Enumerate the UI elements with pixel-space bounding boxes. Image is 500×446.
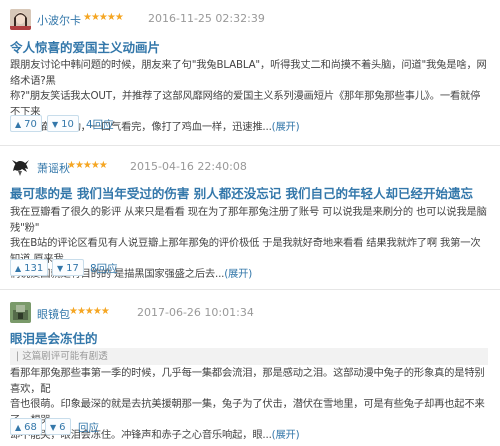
body-line: 称?"朋友笑话我太OUT，并推荐了这部风靡网络的爱国主义系列漫画短片《那年那兔那…: [10, 90, 481, 118]
spoiler-notice: | 这篇剧评可能有剧透: [10, 348, 488, 365]
thumb-down-icon: ▼: [57, 264, 64, 273]
useless-button[interactable]: ▼ 6: [45, 418, 71, 435]
expand-link[interactable]: (展开): [224, 268, 252, 280]
username[interactable]: 眼镜包: [37, 306, 70, 322]
spoiler-notice-text: 这篇剧评可能有剧透: [22, 351, 108, 362]
useless-button[interactable]: ▼ 10: [47, 115, 79, 132]
body-line: 看那年那兔那些事第一季的时候，几乎每一集都会流泪，那是感动之泪。这部动漫中兔子的…: [10, 367, 485, 395]
expand-link[interactable]: (展开): [272, 429, 300, 441]
username[interactable]: 萧谣秋: [37, 160, 70, 176]
review-title[interactable]: 最可悲的是 我们当年受过的伤害 别人都还没忘记 我们自己的年轻人却已经开始遗忘: [10, 183, 473, 202]
thumb-up-icon: ▲: [15, 423, 22, 432]
useless-count: 10: [61, 119, 74, 130]
username[interactable]: 小波尔卡: [37, 12, 81, 28]
useful-count: 131: [24, 263, 44, 274]
body-line-last: 了，兴奋、感动，一口气看完，像打了鸡血一样，迅速推...(展开): [10, 120, 490, 136]
timestamp: 2016-11-25 02:32:39: [148, 12, 265, 25]
reply-link[interactable]: 8回应: [90, 261, 118, 276]
reply-link[interactable]: 4回应: [86, 117, 114, 132]
review-title[interactable]: 令人惊喜的爱国主义动画片: [10, 37, 160, 56]
avatar[interactable]: [10, 157, 31, 178]
body-line: 跟朋友讨论中韩问题的时候，朋友来了句"我兔BLABLA"，听得我丈二和尚摸不着头…: [10, 59, 487, 87]
divider: [0, 145, 500, 146]
useless-count: 6: [59, 422, 66, 433]
reply-link[interactable]: 回应: [78, 420, 99, 435]
thumb-up-icon: ▲: [15, 264, 22, 273]
thumb-down-icon: ▼: [50, 423, 57, 432]
body-line: 我在豆瓣看了很久的影评 从来只是看看 现在为了那年那兔注册了账号 可以说我是来刷…: [10, 206, 487, 234]
timestamp: 2015-04-16 22:40:08: [130, 160, 247, 173]
divider: [0, 289, 500, 290]
review-body: 跟朋友讨论中韩问题的时候，朋友来了句"我兔BLABLA"，听得我丈二和尚摸不着头…: [10, 58, 490, 136]
rating-stars: ★★★★★: [67, 160, 108, 171]
timestamp: 2017-06-26 10:01:34: [137, 306, 254, 319]
useful-button[interactable]: ▲ 131: [10, 259, 49, 276]
useful-button[interactable]: ▲ 70: [10, 115, 42, 132]
thumb-up-icon: ▲: [15, 120, 22, 129]
rating-stars: ★★★★★: [69, 306, 110, 317]
useless-count: 17: [66, 263, 79, 274]
review-title[interactable]: 眼泪是会冻住的: [10, 328, 98, 347]
useful-count: 68: [24, 422, 37, 433]
avatar[interactable]: [10, 9, 31, 30]
useful-count: 70: [24, 119, 37, 130]
thumb-down-icon: ▼: [52, 120, 59, 129]
useful-button[interactable]: ▲ 68: [10, 418, 42, 435]
useless-button[interactable]: ▼ 17: [52, 259, 84, 276]
avatar[interactable]: [10, 302, 31, 323]
rating-stars: ★★★★★: [83, 12, 124, 23]
expand-link[interactable]: (展开): [272, 121, 300, 133]
